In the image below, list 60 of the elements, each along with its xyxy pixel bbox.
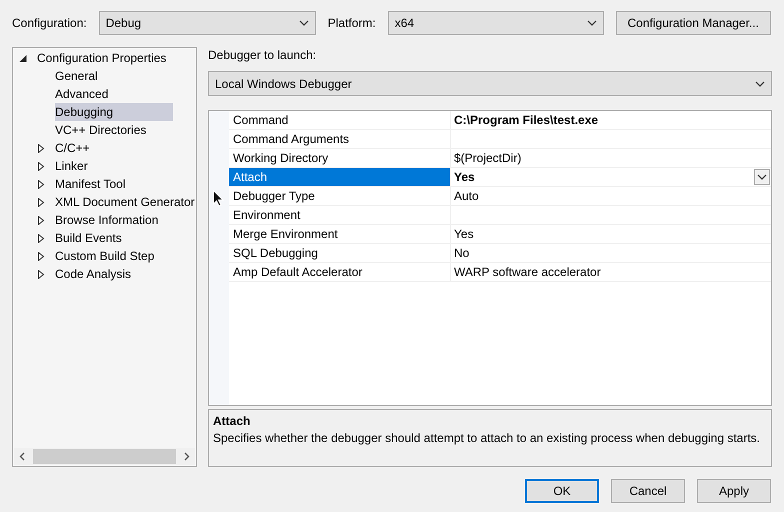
expanded-triangle-icon[interactable] (19, 54, 27, 62)
mouse-pointer-icon (213, 190, 224, 207)
tree-item[interactable]: Custom Build Step (55, 247, 154, 265)
tree-item[interactable]: Code Analysis (55, 265, 132, 283)
collapsed-triangle-icon[interactable] (37, 270, 45, 278)
collapsed-triangle-icon[interactable] (37, 216, 45, 224)
tree-item[interactable]: Linker (55, 157, 88, 175)
dialog-button[interactable]: OK (525, 479, 599, 503)
property-name[interactable]: Command Arguments (229, 130, 451, 148)
property-name[interactable]: Working Directory (229, 149, 451, 167)
horizontal-scrollbar[interactable] (14, 448, 195, 465)
property-name[interactable]: SQL Debugging (229, 244, 451, 262)
collapsed-triangle-icon[interactable] (37, 162, 45, 170)
configuration-manager-button[interactable]: Configuration Manager... (616, 11, 771, 35)
property-value: No (454, 245, 470, 262)
tree-item[interactable]: VC++ Directories (55, 121, 146, 139)
tree-item[interactable]: Configuration Properties (37, 49, 166, 67)
collapsed-triangle-icon[interactable] (37, 144, 45, 152)
collapsed-triangle-icon[interactable] (37, 198, 45, 206)
property-value: C:\Program Files\test.exe (454, 112, 598, 129)
tree-item[interactable]: Build Events (55, 229, 122, 247)
tree-item[interactable]: General (55, 67, 98, 85)
debugger-label: Debugger to launch: (208, 48, 318, 64)
tree-item[interactable]: Browse Information (55, 211, 158, 229)
tree-item[interactable]: Manifest Tool (55, 175, 126, 193)
property-value: Yes (454, 226, 474, 243)
property-name[interactable]: Command (229, 111, 451, 129)
value-dropdown-button[interactable] (754, 169, 770, 185)
property-name[interactable]: Merge Environment (229, 225, 451, 243)
collapsed-triangle-icon[interactable] (37, 180, 45, 188)
property-name[interactable]: Environment (229, 206, 451, 224)
platform-label: Platform: (328, 16, 376, 30)
tree-item[interactable]: Debugging (55, 103, 174, 121)
caret-icon (755, 80, 765, 86)
tree-item[interactable]: XML Document Generator (55, 193, 195, 211)
caret-icon (757, 174, 767, 180)
caret-icon (298, 20, 309, 26)
property-value: Yes (454, 169, 475, 186)
configuration-label: Configuration: (12, 16, 87, 30)
property-name[interactable]: Amp Default Accelerator (229, 263, 451, 281)
description-text: Specifies whether the debugger should attempt to attach to an existing process when debugging starts. (213, 430, 762, 447)
platform-dropdown[interactable]: x64 (388, 11, 604, 35)
configuration-dropdown[interactable]: Debug (98, 11, 316, 35)
dialog-button[interactable]: Apply (697, 479, 771, 503)
description-title: Attach (213, 413, 252, 429)
collapsed-triangle-icon[interactable] (37, 234, 45, 242)
tree-item[interactable]: Advanced (55, 85, 108, 103)
scroll-right-icon[interactable] (184, 452, 190, 461)
property-name[interactable]: Attach (229, 168, 451, 186)
property-value: $(ProjectDir) (454, 150, 522, 167)
debugger-dropdown[interactable]: Local Windows Debugger (208, 71, 772, 96)
scrollbar-thumb[interactable] (33, 449, 176, 464)
property-value: Auto (454, 188, 479, 205)
collapsed-triangle-icon[interactable] (37, 252, 45, 260)
property-value: WARP software accelerator (454, 264, 601, 281)
dialog-button[interactable]: Cancel (611, 479, 685, 503)
property-name[interactable]: Debugger Type (229, 187, 451, 205)
scroll-left-icon[interactable] (19, 452, 25, 461)
caret-icon (586, 20, 597, 26)
tree-item[interactable]: C/C++ (55, 139, 90, 157)
